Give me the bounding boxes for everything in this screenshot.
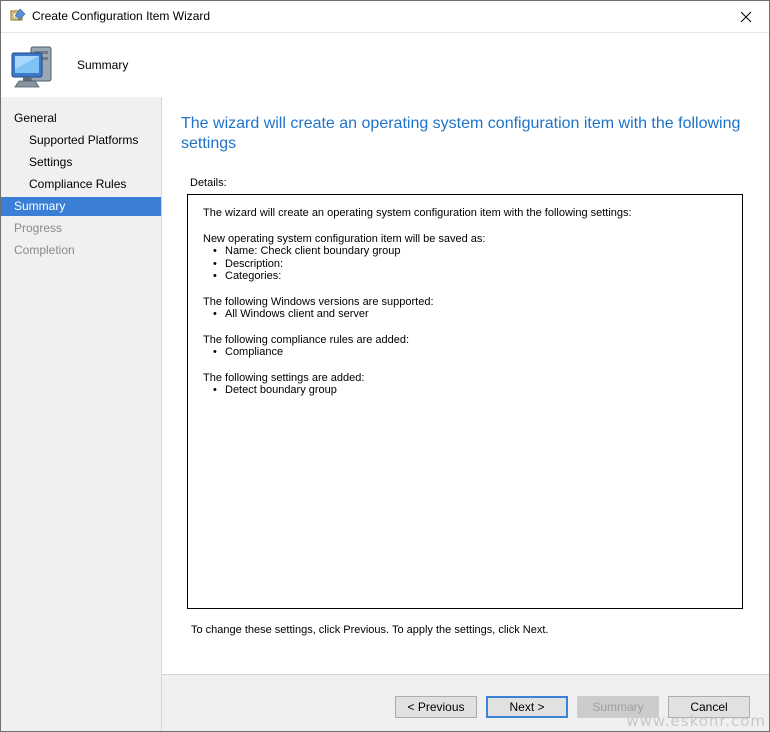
wizard-app-icon <box>10 8 26 24</box>
wizard-nav: General Supported Platforms Settings Com… <box>1 97 162 731</box>
previous-button[interactable]: < Previous <box>395 696 477 718</box>
list-item: All Windows client and server <box>213 308 727 321</box>
nav-item-completion: Completion <box>14 243 75 257</box>
list-item: Categories: <box>213 270 727 283</box>
close-icon <box>740 11 752 22</box>
item-saved-list: Name: Check client boundary group Descri… <box>203 245 727 283</box>
nav-item-summary[interactable]: Summary <box>1 197 161 216</box>
nav-item-general[interactable]: General <box>1 109 161 128</box>
list-item: Name: Check client boundary group <box>213 245 727 258</box>
computer-icon <box>9 41 61 91</box>
details-label: Details: <box>190 177 227 189</box>
nav-item-progress: Progress <box>14 221 63 235</box>
nav-item-settings[interactable]: Settings <box>1 153 161 172</box>
title-bar: Create Configuration Item Wizard <box>1 1 769 32</box>
versions-list: All Windows client and server <box>203 308 727 321</box>
details-intro: The wizard will create an operating syst… <box>203 207 632 219</box>
nav-item-compliance-rules[interactable]: Compliance Rules <box>1 175 161 194</box>
list-item: Compliance <box>213 346 727 359</box>
list-item: Description: <box>213 258 727 271</box>
wizard-header: Summary <box>1 32 769 98</box>
settings-header: The following settings are added: <box>203 371 365 384</box>
wizard-window: Create Configuration Item Wizard Summary… <box>0 0 770 732</box>
page-heading: The wizard will create an operating syst… <box>181 115 741 152</box>
nav-item-supported-platforms[interactable]: Supported Platforms <box>1 131 161 150</box>
content-panel: The wizard will create an operating syst… <box>162 97 769 674</box>
item-saved-header: New operating system configuration item … <box>203 232 486 245</box>
instruction-text: To change these settings, click Previous… <box>191 624 549 636</box>
close-button[interactable] <box>723 1 769 32</box>
watermark: www.eskonr.com <box>626 712 766 730</box>
header-title: Summary <box>77 58 129 72</box>
window-title: Create Configuration Item Wizard <box>32 9 211 23</box>
details-textbox[interactable]: The wizard will create an operating syst… <box>187 194 743 609</box>
versions-header: The following Windows versions are suppo… <box>203 295 434 308</box>
settings-list: Detect boundary group <box>203 384 727 397</box>
rules-header: The following compliance rules are added… <box>203 333 410 346</box>
next-button[interactable]: Next > <box>486 696 568 718</box>
list-item: Detect boundary group <box>213 384 727 397</box>
rules-list: Compliance <box>203 346 727 359</box>
